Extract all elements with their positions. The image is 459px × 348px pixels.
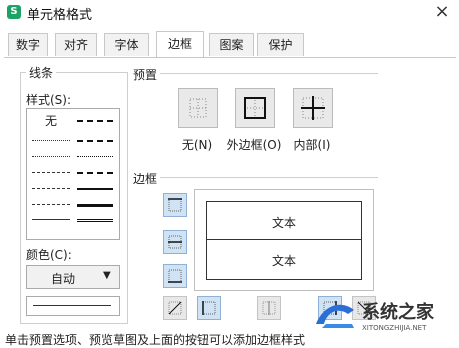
border-preview[interactable]: 文本 文本 [194,189,374,291]
color-dropdown[interactable]: 自动 ▼ [26,265,120,289]
line-style-swatch[interactable] [77,188,113,190]
border-diagonal-up-button[interactable] [163,296,187,320]
border-top-button[interactable] [163,193,187,217]
line-style-swatch[interactable] [32,172,70,173]
line-style-swatch[interactable] [77,120,113,122]
watermark-logo: 系统之家 XITONGZHIJIA.NET [312,294,452,334]
border-bottom-icon [168,269,182,283]
border-top-icon [168,198,182,212]
chevron-down-icon: ▼ [103,270,111,281]
line-group-legend: 线条 [26,64,57,81]
border-inner-vertical-button[interactable] [257,296,281,320]
line-preview-stroke [33,305,111,306]
line-style-swatch[interactable] [77,204,113,207]
diagonal-up-icon [168,301,182,315]
preset-inside-label: 内部(I) [293,138,331,152]
preview-text-bottom: 文本 [271,254,296,268]
border-bottom-button[interactable] [163,264,187,288]
line-style-swatch[interactable] [77,156,113,157]
preset-inside-button[interactable] [293,88,333,128]
line-style-swatch[interactable] [32,156,70,157]
preset-outline-icon [244,97,266,119]
preset-inside-icon [301,96,325,120]
style-label: 样式(S): [26,93,72,107]
line-style-swatch[interactable] [32,219,70,220]
border-divider [160,177,378,178]
line-style-swatch[interactable] [32,140,70,141]
line-preview [26,296,120,316]
line-style-list[interactable]: 无 [26,108,120,240]
tab-border[interactable]: 边框 [156,31,204,57]
watermark-graphic: 系统之家 XITONGZHIJIA.NET [316,301,435,332]
preset-none-icon [189,98,207,118]
hint-text: 单击预置选项、预览草图及上面的按钮可以添加边框样式 [5,333,306,347]
preset-none-button[interactable] [178,88,218,128]
preview-text-top: 文本 [271,216,296,230]
tab-panel-border [4,57,456,58]
border-inner-horizontal-button[interactable] [163,230,187,254]
border-label: 边框 [133,172,158,186]
preset-label: 预置 [133,68,158,82]
border-inner-horizontal-icon [168,235,182,249]
tab-strip: 数字 对齐 字体 边框 图案 保护 [0,31,459,57]
watermark-cn-text: 系统之家 [362,301,435,323]
line-style-swatch[interactable] [77,172,113,174]
color-value: 自动 [51,272,76,286]
border-left-icon [202,301,216,315]
tab-number[interactable]: 数字 [8,33,48,56]
tab-font[interactable]: 字体 [104,33,149,56]
preset-outline-button[interactable] [235,88,275,128]
tab-alignment[interactable]: 对齐 [55,33,97,56]
line-style-none[interactable]: 无 [45,112,57,129]
tab-protection[interactable]: 保护 [257,33,304,56]
app-logo-icon: S [7,5,21,19]
border-inner-vertical-icon [262,301,276,315]
watermark-en-text: XITONGZHIJIA.NET [362,324,427,332]
line-style-swatch[interactable] [32,188,70,189]
line-style-swatch[interactable] [77,219,113,222]
line-style-swatch[interactable] [32,204,70,205]
preview-inner-line [206,239,361,240]
preset-divider [160,73,378,74]
dialog-title: 单元格格式 [27,8,93,23]
tab-pattern[interactable]: 图案 [209,33,254,56]
color-label: 颜色(C): [26,248,72,262]
line-style-swatch[interactable] [77,140,113,142]
border-left-button[interactable] [197,296,221,320]
close-icon[interactable]: × [432,0,452,24]
